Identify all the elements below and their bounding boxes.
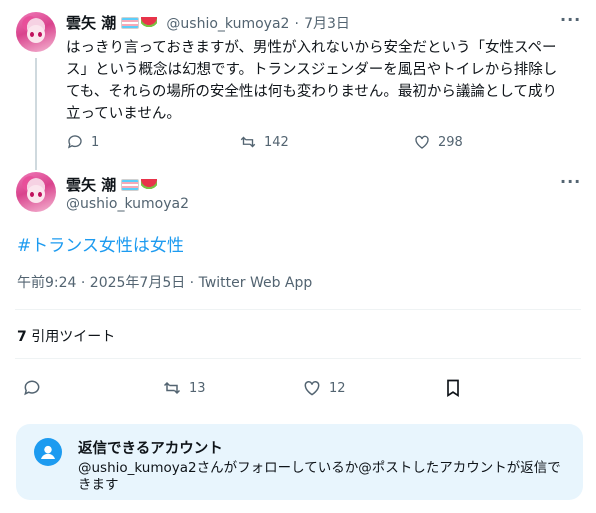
- tweet-date[interactable]: 7月3日: [304, 16, 350, 32]
- bookmark-icon: [447, 379, 459, 398]
- tweet-text-line: ても、それらの場所の安全性は何も変わりません。最初から議論として成り: [66, 84, 557, 100]
- reply-restriction-title: 返信できるアカウント: [78, 441, 223, 457]
- more-options-icon[interactable]: ···: [560, 10, 581, 29]
- reply-restriction-description: @ushio_kumoya2さんがフォローしているか@ポストしたアカウントが返信…: [78, 460, 578, 494]
- quotes-count: 7: [17, 329, 27, 345]
- quote-tweets-link[interactable]: 7 引用ツイート: [17, 326, 115, 346]
- avatar-main[interactable]: [16, 172, 56, 212]
- handle[interactable]: @ushio_kumoya2: [66, 196, 189, 212]
- display-name[interactable]: 雲矢 潮: [66, 176, 116, 194]
- tweet-timestamp[interactable]: 午前9:24 · 2025年7月5日 · Twitter Web App: [17, 272, 312, 292]
- more-options-icon[interactable]: ···: [560, 172, 581, 191]
- thread-connector-line: [35, 58, 37, 170]
- reply-restriction-notice: 返信できるアカウント @ushio_kumoya2さんがフォローしているか@ポス…: [16, 424, 583, 500]
- display-name[interactable]: 雲矢 潮: [66, 14, 116, 32]
- main-retweet-button[interactable]: 13: [162, 378, 206, 398]
- heart-icon: [304, 380, 320, 396]
- parent-reply-button[interactable]: 1: [66, 133, 99, 151]
- hashtag-link[interactable]: #トランス女性は女性: [17, 231, 184, 256]
- trans-flag-icon: [121, 17, 140, 29]
- watermelon-icon: [141, 179, 158, 191]
- reply-icon: [24, 380, 40, 396]
- handle[interactable]: @ushio_kumoya2: [166, 16, 289, 32]
- like-count: 12: [329, 380, 346, 396]
- parent-tweet-text: はっきり言っておきますが、男性が入れないから安全だという「女性スペー ス」という…: [66, 37, 586, 125]
- divider: [15, 358, 581, 359]
- separator: ·: [294, 16, 299, 32]
- parent-retweet-button[interactable]: 142: [239, 133, 289, 151]
- retweet-count: 13: [189, 380, 206, 396]
- bookmark-button[interactable]: [443, 378, 463, 398]
- retweet-icon: [163, 381, 181, 395]
- reply-icon: [67, 135, 82, 149]
- tweet-text-line: はっきり言っておきますが、男性が入れないから安全だという「女性スペー: [66, 40, 557, 56]
- retweet-icon: [240, 136, 256, 148]
- divider: [15, 309, 581, 310]
- avatar-parent[interactable]: [16, 12, 56, 52]
- description-line: きます: [78, 477, 119, 493]
- description-line: @ushio_kumoya2さんがフォローしているか@ポストしたアカウントが返信…: [78, 460, 561, 476]
- watermelon-icon: [141, 17, 158, 29]
- trans-flag-icon: [121, 179, 140, 191]
- main-reply-button[interactable]: [22, 378, 42, 398]
- parent-tweet-header: 雲矢 潮 @ushio_kumoya2 · 7月3日: [66, 12, 350, 33]
- like-count: 298: [438, 134, 463, 150]
- quotes-label: 引用ツイート: [31, 329, 116, 345]
- heart-icon: [415, 135, 429, 149]
- retweet-count: 142: [264, 134, 289, 150]
- parent-like-button[interactable]: 298: [413, 133, 463, 151]
- reply-count: 1: [91, 134, 100, 150]
- main-like-button[interactable]: 12: [302, 378, 346, 398]
- tweet-text-line: 立っていません。: [66, 106, 181, 122]
- main-tweet-header: 雲矢 潮: [66, 174, 158, 195]
- at-mention-icon: [34, 438, 62, 466]
- tweet-text-line: ス」という概念は幻想です。トランスジェンダーを風呂やトイレから排除し: [66, 62, 558, 78]
